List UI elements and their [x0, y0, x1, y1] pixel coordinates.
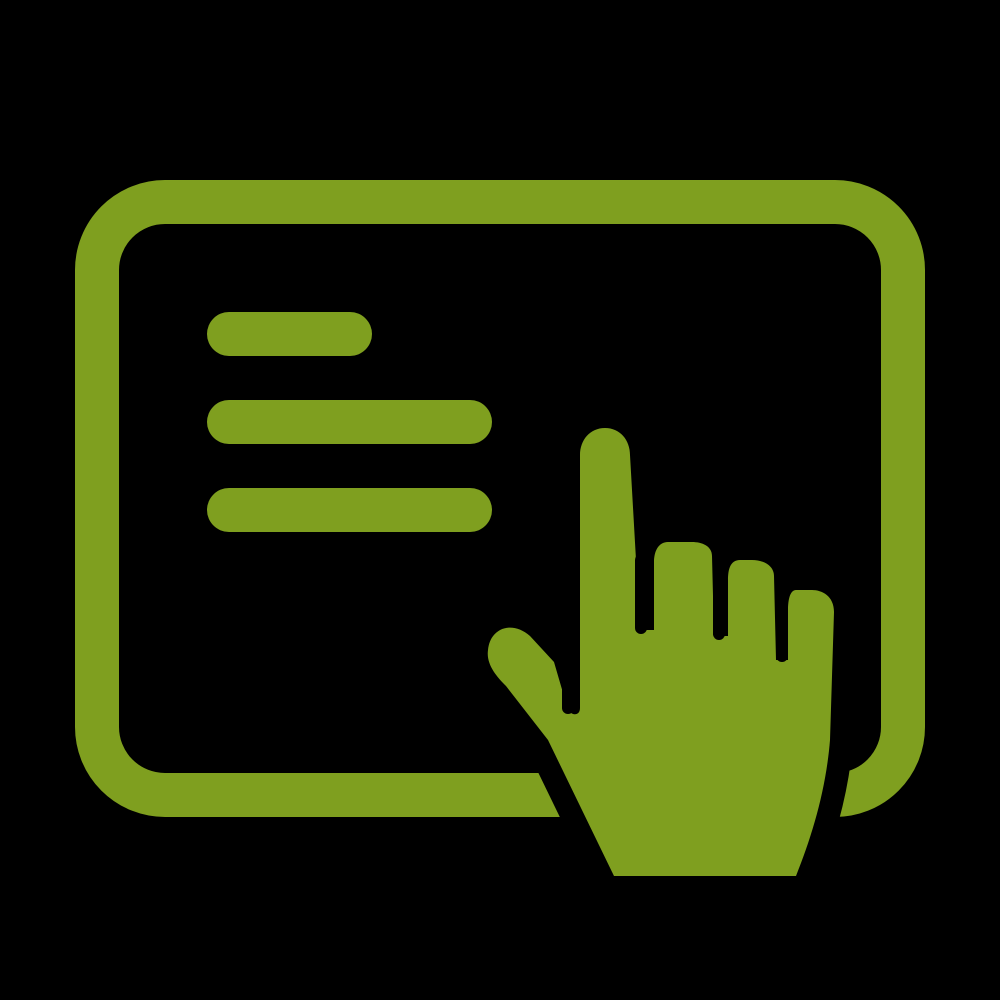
touch-screen-icon [0, 0, 1000, 1000]
touch-screen-icon-canvas [0, 0, 1000, 1000]
icon-background [0, 0, 1000, 1000]
